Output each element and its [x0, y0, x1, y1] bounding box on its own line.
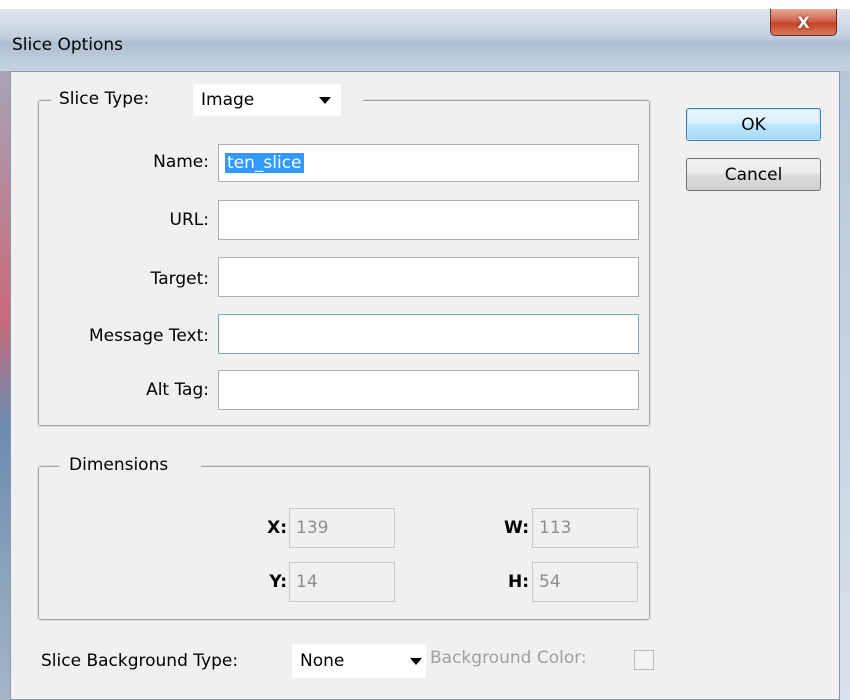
cancel-button[interactable]: Cancel	[686, 158, 821, 191]
name-input[interactable]: ten_slice	[218, 144, 639, 182]
target-input[interactable]	[218, 257, 639, 297]
x-label: X:	[267, 518, 287, 538]
title-bar[interactable]: Slice Options	[0, 9, 850, 71]
w-input[interactable]: 113	[532, 508, 638, 548]
close-button[interactable]: X	[770, 9, 837, 36]
window-title: Slice Options	[12, 35, 124, 55]
dimensions-title: Dimensions	[69, 455, 169, 475]
name-input-value: ten_slice	[225, 153, 304, 173]
url-label: URL:	[169, 210, 209, 230]
background-type-dropdown[interactable]: None	[292, 644, 426, 678]
background-type-label: Slice Background Type:	[41, 651, 239, 671]
desktop-background: Slice Options X Slice Type: Image Name: …	[0, 0, 850, 700]
h-input[interactable]: 54	[532, 562, 638, 602]
y-input[interactable]: 14	[289, 562, 395, 602]
chevron-down-icon	[410, 657, 422, 665]
w-label: W:	[503, 518, 529, 538]
alt-tag-label: Alt Tag:	[146, 380, 209, 400]
background-color-swatch[interactable]	[634, 650, 654, 670]
name-label: Name:	[153, 152, 209, 172]
url-input[interactable]	[218, 200, 639, 240]
background-caption-strip	[0, 0, 850, 9]
h-label: H:	[507, 572, 529, 592]
message-text-input[interactable]	[218, 314, 639, 354]
slice-type-value: Image	[201, 90, 255, 110]
slice-type-dropdown[interactable]: Image	[193, 84, 341, 116]
close-icon: X	[797, 12, 810, 32]
chevron-down-icon	[319, 96, 331, 104]
alt-tag-input[interactable]	[218, 370, 639, 410]
background-type-value: None	[300, 651, 345, 671]
background-color-label: Background Color:	[430, 648, 587, 668]
dialog-client-area: Slice Type: Image Name: ten_slice URL: T…	[10, 71, 840, 700]
target-label: Target:	[150, 269, 209, 289]
x-input[interactable]: 139	[289, 508, 395, 548]
y-label: Y:	[269, 572, 287, 592]
slice-type-label: Slice Type:	[59, 89, 150, 109]
ok-button[interactable]: OK	[686, 108, 821, 141]
window-left-edge	[0, 9, 10, 700]
message-text-label: Message Text:	[88, 326, 209, 346]
